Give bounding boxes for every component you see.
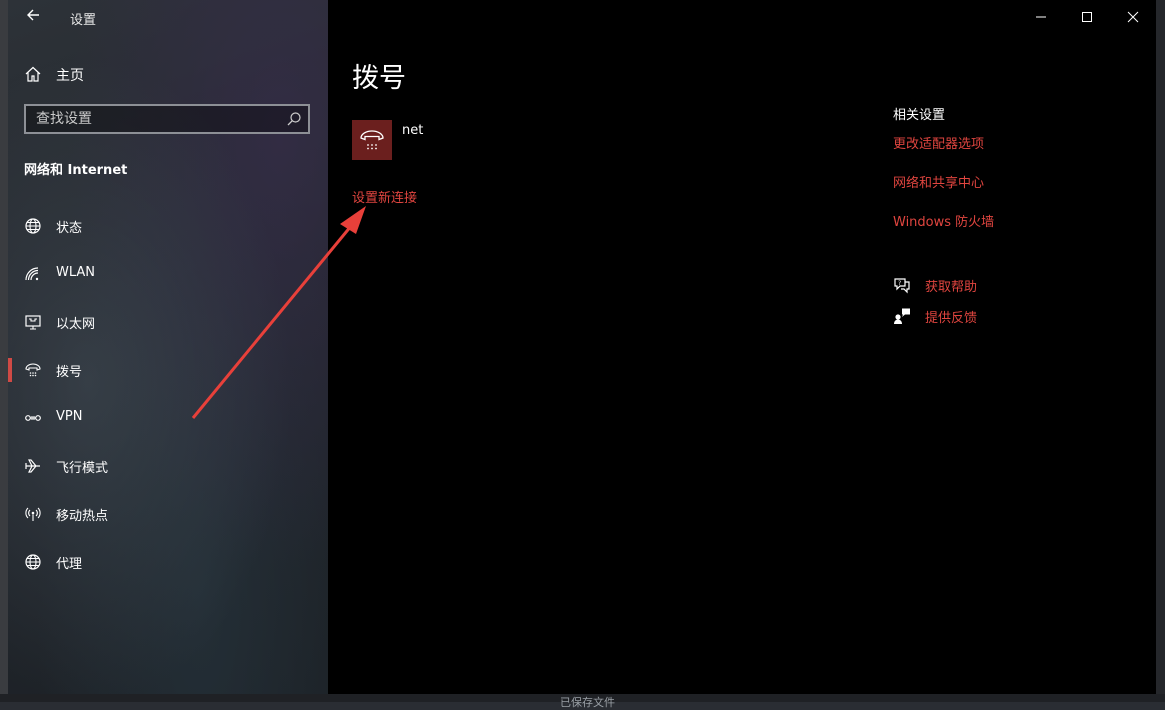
give-feedback-link[interactable]: 提供反馈: [893, 306, 1093, 337]
minimize-button[interactable]: [1018, 0, 1064, 34]
desktop-left-strip: [0, 0, 8, 702]
page-title: 拨号: [352, 63, 406, 94]
give-feedback-label: 提供反馈: [925, 311, 978, 326]
get-help-link[interactable]: ? 获取帮助: [893, 275, 1093, 306]
title-bar: 设置: [8, 0, 328, 34]
home-icon: [25, 66, 41, 82]
minimize-icon: [1036, 16, 1046, 18]
desktop-right-strip: [1156, 0, 1165, 702]
sidebar-item-label: 移动热点: [56, 509, 109, 524]
sidebar-item-label: WLAN: [56, 265, 96, 280]
phone-icon: [360, 130, 384, 150]
settings-window: 设置 主页 网络和 Internet 状态 WLAN 以太网: [8, 0, 1156, 694]
windows-firewall-link[interactable]: Windows 防火墙: [893, 211, 994, 250]
globe-icon: [25, 218, 41, 234]
connection-name: net: [402, 123, 424, 138]
sidebar-item-wlan[interactable]: WLAN: [8, 250, 328, 298]
vpn-icon: [25, 415, 41, 421]
home-label: 主页: [56, 68, 84, 84]
sidebar-item-mobile-hotspot[interactable]: 移动热点: [8, 490, 328, 538]
sidebar-item-proxy[interactable]: 代理: [8, 538, 328, 586]
close-icon: [1127, 11, 1139, 23]
sidebar-item-label: 以太网: [56, 317, 96, 332]
help-chat-icon: ?: [894, 278, 910, 294]
ethernet-icon: [25, 315, 41, 330]
airplane-icon: [25, 459, 40, 473]
get-help-label: 获取帮助: [925, 280, 978, 295]
arrow-left-icon: [27, 9, 39, 21]
sidebar-item-label: VPN: [56, 409, 83, 424]
change-adapter-options-link[interactable]: 更改适配器选项: [893, 133, 994, 172]
app-title: 设置: [70, 13, 97, 28]
section-title: 网络和 Internet: [24, 163, 128, 178]
search-input[interactable]: [26, 106, 276, 132]
help-section: ? 获取帮助 提供反馈: [893, 275, 1093, 337]
search-icon[interactable]: [286, 111, 302, 127]
feedback-icon: [894, 308, 910, 324]
back-button[interactable]: [22, 6, 44, 28]
sidebar-item-dialup[interactable]: 拨号: [8, 346, 328, 394]
svg-text:?: ?: [898, 280, 901, 287]
maximize-button[interactable]: [1064, 0, 1110, 34]
sidebar-item-label: 拨号: [56, 365, 83, 380]
sidebar-item-status[interactable]: 状态: [8, 202, 328, 250]
desktop-bottom-text: 已保存文件: [560, 696, 615, 709]
window-controls: [1018, 0, 1156, 34]
globe-icon: [25, 554, 41, 570]
sidebar-item-label: 状态: [56, 221, 83, 236]
related-settings-title: 相关设置: [893, 108, 946, 123]
wifi-icon: [25, 267, 39, 281]
dialup-icon: [25, 363, 41, 377]
sidebar-item-airplane-mode[interactable]: 飞行模式: [8, 442, 328, 490]
home-nav-item[interactable]: 主页: [8, 58, 328, 90]
sidebar-nav: 状态 WLAN 以太网 拨号 VPN 飞行模式 移动热点 代理: [8, 202, 328, 586]
network-sharing-center-link[interactable]: 网络和共享中心: [893, 172, 994, 211]
close-button[interactable]: [1110, 0, 1156, 34]
search-box[interactable]: [24, 104, 310, 134]
sidebar: 设置 主页 网络和 Internet 状态 WLAN 以太网: [8, 0, 328, 694]
sidebar-item-label: 代理: [56, 557, 83, 572]
connection-tile: [352, 120, 392, 160]
sidebar-item-ethernet[interactable]: 以太网: [8, 298, 328, 346]
setup-new-connection-link[interactable]: 设置新连接: [352, 187, 417, 206]
hotspot-icon: [25, 507, 41, 521]
sidebar-item-label: 飞行模式: [56, 461, 109, 476]
maximize-icon: [1082, 12, 1092, 22]
related-settings: 相关设置 更改适配器选项 网络和共享中心 Windows 防火墙: [893, 104, 994, 250]
main-content: 拨号 net 设置新连接 相关设置 更改适配器选项 网络和共享中心 Window…: [328, 0, 1156, 694]
sidebar-item-vpn[interactable]: VPN: [8, 394, 328, 442]
